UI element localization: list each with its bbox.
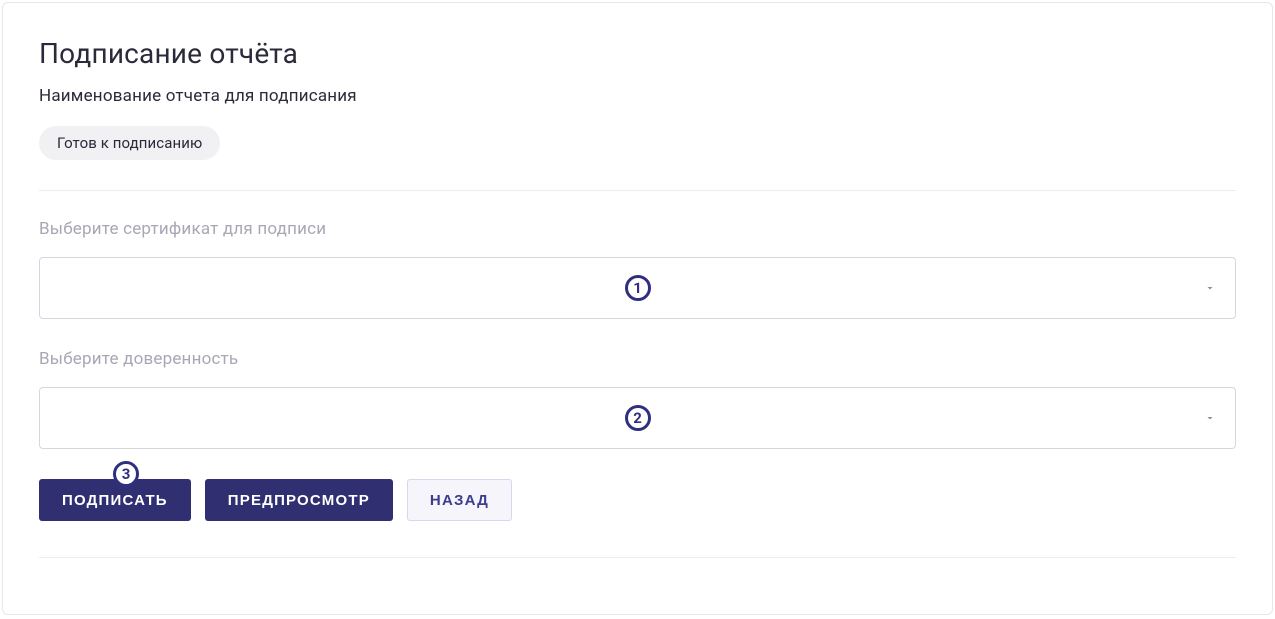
authority-label: Выберите доверенность (39, 349, 1236, 369)
certificate-select-wrap: 1 (39, 257, 1236, 319)
certificate-field-group: Выберите сертификат для подписи 1 (39, 219, 1236, 319)
sign-button[interactable]: ПОДПИСАТЬ (39, 479, 191, 521)
divider (39, 557, 1236, 558)
back-button[interactable]: НАЗАД (407, 479, 512, 521)
status-badge: Готов к подписанию (39, 126, 220, 160)
preview-button[interactable]: ПРЕДПРОСМОТР (205, 479, 393, 521)
page-title: Подписание отчёта (39, 37, 1236, 70)
certificate-select[interactable] (39, 257, 1236, 319)
divider (39, 190, 1236, 191)
report-name: Наименование отчета для подписания (39, 86, 1236, 106)
sign-button-wrap: 3 ПОДПИСАТЬ (39, 479, 191, 521)
certificate-label: Выберите сертификат для подписи (39, 219, 1236, 239)
action-buttons-row: 3 ПОДПИСАТЬ ПРЕДПРОСМОТР НАЗАД (39, 479, 1236, 521)
authority-field-group: Выберите доверенность 2 (39, 349, 1236, 449)
report-signing-panel: Подписание отчёта Наименование отчета дл… (2, 2, 1273, 615)
authority-select[interactable] (39, 387, 1236, 449)
authority-select-wrap: 2 (39, 387, 1236, 449)
